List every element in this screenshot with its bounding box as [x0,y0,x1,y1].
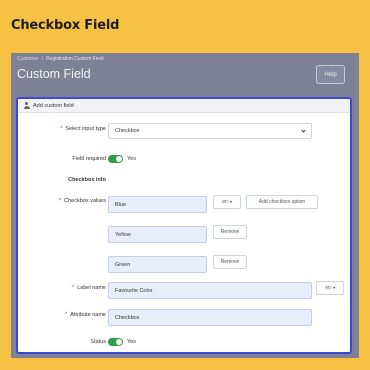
help-button[interactable]: Help [316,65,345,84]
attribute-name-label: * Attribute name [65,312,106,318]
remove-yellow-button[interactable]: Remove [213,225,247,239]
required-star: * [60,126,63,132]
checkbox-lang-dropdown[interactable]: en [213,195,241,209]
label-name-input[interactable]: Favourite Color [108,282,312,299]
breadcrumb-separator: / [41,56,44,62]
add-checkbox-option-button[interactable]: Add checkbox option [246,195,318,209]
checkbox-value-input-green[interactable]: Green [108,256,207,273]
checkbox-value-input-yellow[interactable]: Yellow [108,226,207,243]
card-header-title: Add custom field [33,102,74,109]
status-toggle-text: Yes [127,339,136,345]
page-title: Custom Field [17,67,91,81]
label-lang-dropdown[interactable]: en [316,281,344,295]
caret-down-icon [229,201,232,203]
input-type-select[interactable]: Checkbox [108,123,312,139]
attribute-name-input[interactable]: Checkbox [108,309,312,326]
add-custom-field-card: Add custom field * Select input type Chec… [16,97,352,354]
input-type-label: * Select input type [60,126,106,132]
input-type-value: Checkbox [115,128,140,134]
field-required-toggle-text: Yes [127,156,136,162]
remove-green-button[interactable]: Remove [213,255,247,269]
required-star: * [58,198,62,204]
status-toggle[interactable] [108,338,123,346]
field-required-label: Field required [72,156,106,162]
required-star: * [72,285,75,291]
checkbox-value-input-blue[interactable]: Blue [108,196,207,213]
breadcrumb: Customer / Registration Custom Field [17,56,104,62]
user-icon [23,102,30,109]
field-required-toggle[interactable] [108,155,123,163]
chevron-down-icon [301,128,306,133]
card-header: Add custom field [18,99,350,113]
checkbox-values-label: * Checkbox values [58,198,106,204]
app-window: Customer / Registration Custom Field Custo… [11,53,359,358]
breadcrumb-item-customer[interactable]: Customer [17,56,39,62]
checkbox-info-title: Checkbox info [68,177,106,183]
breadcrumb-item-current: Registration Custom Field [46,56,104,62]
label-name-label: * Label name [72,285,106,291]
required-star: * [65,312,68,318]
status-label: Status [90,339,106,345]
banner-title: Checkbox Field [11,18,120,33]
caret-down-icon [332,287,335,289]
